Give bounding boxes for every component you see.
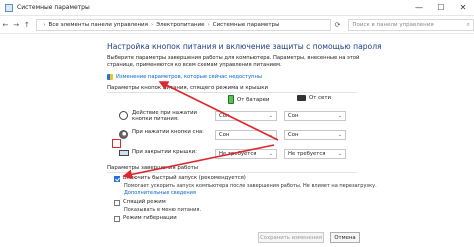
annotation-arrows bbox=[122, 81, 279, 180]
system-settings-window: Системные параметры — ☐ ✕ ← → ↑ › Все эл… bbox=[0, 0, 474, 247]
arrow-to-fast-startup bbox=[122, 144, 275, 180]
arrow-to-change-link bbox=[158, 81, 279, 141]
